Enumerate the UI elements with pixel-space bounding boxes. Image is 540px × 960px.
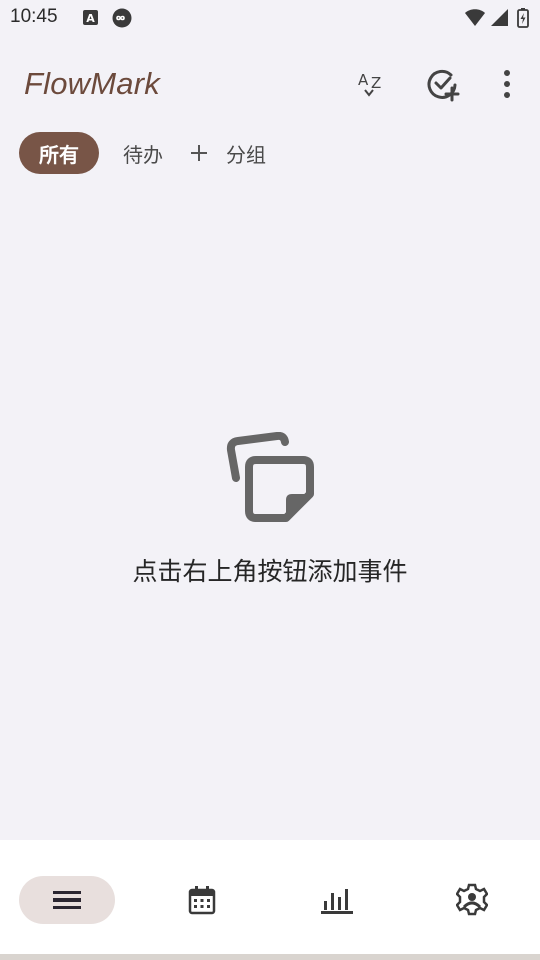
settings-icon <box>456 883 488 916</box>
svg-text:Z: Z <box>371 74 381 92</box>
empty-state-message: 点击右上角按钮添加事件 <box>132 557 408 586</box>
nav-statistics[interactable] <box>305 876 369 924</box>
svg-text:A: A <box>86 12 95 25</box>
tab-todo[interactable]: 待办 <box>123 132 163 174</box>
svg-text:A: A <box>358 71 369 89</box>
calendar-icon <box>188 886 216 915</box>
wifi-icon <box>464 8 486 28</box>
bottom-navigation <box>0 840 540 954</box>
more-options-button[interactable] <box>485 62 529 106</box>
add-task-button[interactable] <box>422 62 466 106</box>
add-group-label: 分组 <box>226 142 266 167</box>
sort-az-icon: A Z <box>358 71 381 97</box>
nav-list[interactable] <box>19 876 115 924</box>
status-bar: 10:45 A <box>0 0 540 38</box>
status-time: 10:45 <box>10 6 58 27</box>
sort-az-button[interactable]: A Z <box>350 62 394 106</box>
nav-calendar[interactable] <box>170 876 234 924</box>
app-title: FlowMark <box>24 66 160 101</box>
add-group-button[interactable]: 分组 <box>188 132 266 174</box>
more-vert-icon <box>504 70 510 98</box>
signal-icon <box>490 8 510 28</box>
gesture-bar <box>0 954 540 960</box>
notes-copy-icon <box>222 431 318 528</box>
infinity-icon <box>112 8 132 28</box>
nav-settings[interactable] <box>440 876 504 924</box>
battery-icon <box>516 8 530 28</box>
list-icon <box>53 891 81 909</box>
bar-chart-icon <box>321 889 353 914</box>
tab-all[interactable]: 所有 <box>19 132 99 174</box>
add-check-icon <box>427 69 460 102</box>
a-icon: A <box>82 8 102 28</box>
plus-icon <box>191 145 207 161</box>
